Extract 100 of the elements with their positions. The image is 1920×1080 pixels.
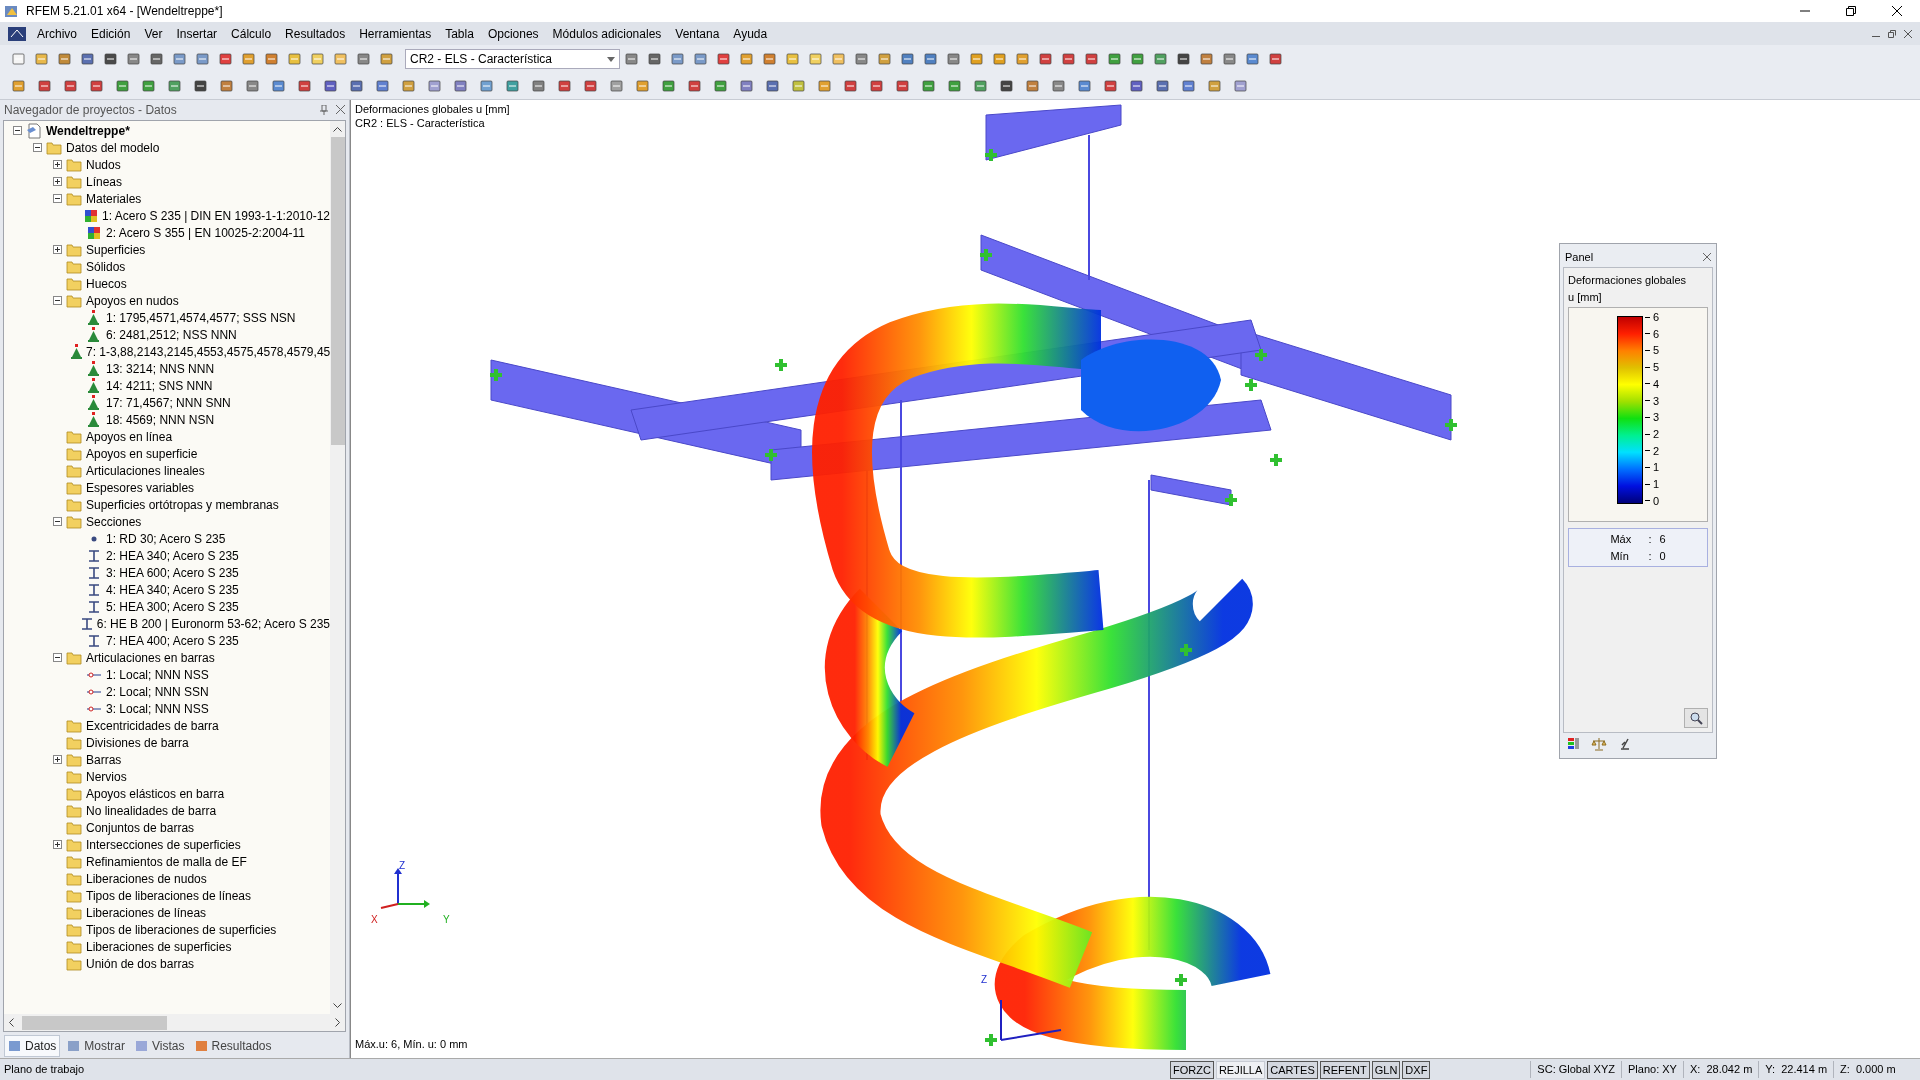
tree-item[interactable]: Nudos [86, 155, 121, 174]
tree-item[interactable]: Liberaciones de nudos [86, 869, 207, 888]
tree-item[interactable]: Sólidos [86, 257, 126, 276]
tree-item[interactable]: Wendeltreppe* [46, 121, 130, 140]
tree-item[interactable]: Nervios [86, 767, 127, 786]
collapse-toggle[interactable] [52, 296, 62, 305]
status-toggle[interactable]: DXF [1402, 1060, 1431, 1079]
tree-item[interactable]: Apoyos en línea [86, 427, 173, 446]
tree-item[interactable]: Espesores variables [86, 478, 195, 497]
status-toggle[interactable]: FORZC [1170, 1060, 1214, 1079]
tree-item[interactable]: Barras [86, 750, 122, 769]
menu-item[interactable]: Archivo [30, 22, 84, 45]
menu-item[interactable]: Edición [84, 22, 138, 45]
tree-item[interactable]: 6: 2481,2512; NSS NNN [106, 325, 237, 344]
menu-item[interactable]: Ventana [668, 22, 727, 45]
collapse-toggle[interactable] [32, 143, 42, 152]
horizontal-scrollbar[interactable] [4, 1014, 345, 1031]
tree-item[interactable]: 1: RD 30; Acero S 235 [106, 529, 226, 548]
color-scale-icon[interactable] [1567, 737, 1581, 751]
expand-toggle[interactable] [52, 840, 62, 849]
vertical-scrollbar[interactable] [330, 121, 345, 1014]
tree-item[interactable]: 3: HEA 600; Acero S 235 [106, 563, 239, 582]
tree-item[interactable]: Intersecciones de superficies [86, 835, 241, 854]
tab-icon [135, 1039, 150, 1053]
menu-item[interactable]: Ver [137, 22, 170, 45]
status-toggle[interactable]: REJILLA [1215, 1060, 1266, 1079]
tree-item[interactable]: 1: 1795,4571,4574,4577; SSS NSN [106, 308, 296, 327]
collapse-toggle[interactable] [52, 517, 62, 526]
status-toggle[interactable]: GLN [1371, 1060, 1401, 1079]
tree-item[interactable]: No linealidades de barra [86, 801, 217, 820]
tree-item[interactable]: Tipos de liberaciones de líneas [86, 886, 251, 905]
navigator-tab[interactable]: Mostrar [64, 1035, 129, 1057]
navigator-tab[interactable]: Vistas [132, 1035, 188, 1057]
tree-item[interactable]: 4: HEA 340; Acero S 235 [106, 580, 239, 599]
i-beam-icon [87, 548, 101, 563]
zoom-legend-button[interactable] [1684, 708, 1708, 728]
tree-item[interactable]: Refinamientos de malla de EF [86, 852, 247, 871]
load-case-dropdown[interactable]: CR2 - ELS - Característica [405, 49, 620, 69]
close-icon [1703, 253, 1711, 261]
collapse-toggle[interactable] [52, 653, 62, 662]
tool-icon [323, 78, 339, 94]
menu-item[interactable]: Módulos adicionales [545, 22, 669, 45]
tree-item[interactable]: 6: HE B 200 | Euronorm 53-62; Acero S 235 [96, 614, 330, 633]
menu-item[interactable]: Ayuda [726, 22, 775, 45]
expand-toggle[interactable] [52, 245, 62, 254]
status-toggle[interactable]: REFENT [1319, 1060, 1370, 1079]
expand-toggle[interactable] [52, 160, 62, 169]
tree-item[interactable]: 5: HEA 300; Acero S 235 [106, 597, 239, 616]
menu-item[interactable]: Tabla [438, 22, 481, 45]
menu-item[interactable]: Herramientas [352, 22, 439, 45]
tree-item[interactable]: 13: 3214; NNS NNN [106, 359, 215, 378]
tree-item[interactable]: Huecos [86, 274, 127, 293]
tree-item[interactable]: 3: Local; NNN NSS [106, 699, 209, 718]
tree-item[interactable]: Apoyos elásticos en barra [86, 784, 225, 803]
tree-item[interactable]: Apoyos en superficie [86, 444, 198, 463]
tree-item[interactable]: Superficies [86, 240, 146, 259]
tree-item[interactable]: Liberaciones de líneas [86, 903, 207, 922]
tree-item[interactable]: Líneas [86, 172, 123, 191]
tree-item[interactable]: 1: Acero S 235 | DIN EN 1993-1-1:2010-12 [102, 206, 330, 225]
tree-item[interactable]: Secciones [86, 512, 142, 531]
scrollbar-thumb[interactable] [330, 137, 345, 445]
tree-item[interactable]: 2: Local; NNN SSN [106, 682, 209, 701]
tool-icon [1015, 51, 1031, 67]
tree-item[interactable]: Datos del modelo [66, 138, 160, 157]
expand-toggle[interactable] [52, 177, 62, 186]
tree-item[interactable]: 18: 4569; NNN NSN [106, 410, 215, 429]
tree-item[interactable]: Excentricidades de barra [86, 716, 219, 735]
tree-item[interactable]: Apoyos en nudos [86, 291, 179, 310]
collapse-toggle[interactable] [12, 126, 22, 135]
menu-item[interactable]: Opciones [480, 22, 546, 45]
tool-icon [34, 51, 50, 67]
expand-toggle[interactable] [52, 755, 62, 764]
navigator-tab[interactable]: Resultados [191, 1035, 275, 1057]
menu-item[interactable]: Resultados [278, 22, 353, 45]
navigator-tab[interactable]: Datos [4, 1035, 61, 1057]
status-toggle[interactable]: CARTES [1267, 1060, 1318, 1079]
tree-item[interactable]: Unión de dos barras [86, 954, 195, 973]
tree-item[interactable]: Tipos de liberaciones de superficies [86, 920, 277, 939]
tree-item[interactable]: 7: 1-3,88,2143,2145,4553,4575,4578,4579,45 [86, 342, 330, 361]
menu-item[interactable]: Insertar [169, 22, 225, 45]
tool-icon [149, 51, 165, 67]
tree-item[interactable]: 2: HEA 340; Acero S 235 [106, 546, 239, 565]
tree-item[interactable]: Divisiones de barra [86, 733, 189, 752]
tree-item[interactable]: Superficies ortótropas y membranas [86, 495, 279, 514]
collapse-toggle[interactable] [52, 194, 62, 203]
tree-item[interactable]: 7: HEA 400; Acero S 235 [106, 631, 239, 650]
tree-item[interactable]: 14: 4211; SNS NNN [106, 376, 213, 395]
tool-icon [103, 51, 119, 67]
tree-item[interactable]: Articulaciones lineales [86, 461, 205, 480]
tree-item[interactable]: Conjuntos de barras [86, 818, 195, 837]
tool-icon [739, 78, 755, 94]
tree-item[interactable]: Liberaciones de superficies [86, 937, 232, 956]
menu-item[interactable]: Cálculo [224, 22, 279, 45]
tree-item[interactable]: 17: 71,4567; NNN SNN [106, 393, 231, 412]
tree-item[interactable]: 2: Acero S 355 | EN 10025-2:2004-11 [106, 223, 306, 242]
scrollbar-thumb[interactable] [22, 1015, 167, 1030]
tree-item[interactable]: Articulaciones en barras [86, 648, 215, 667]
tree-item[interactable]: 1: Local; NNN NSS [106, 665, 209, 684]
tree-item[interactable]: Materiales [86, 189, 142, 208]
balance-scale-icon[interactable] [1591, 737, 1607, 751]
